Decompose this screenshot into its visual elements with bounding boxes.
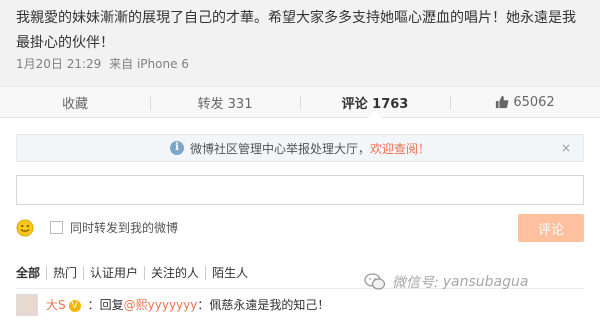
- watermark-handle: yansubagua: [442, 274, 529, 290]
- repost-checkbox-label: 同时转发到我的微博: [70, 221, 179, 235]
- comment-body: ：佩慈永遠是我的知己！: [197, 298, 330, 312]
- repost-checkbox[interactable]: [50, 221, 63, 234]
- verified-badge-icon: V: [68, 300, 81, 312]
- watermark-label: 微信号:: [392, 275, 439, 291]
- active-tab-caret: [368, 111, 382, 118]
- post-meta: 1月20日 21:29 来自 iPhone 6: [16, 55, 189, 72]
- post-source: 来自 iPhone 6: [109, 57, 189, 71]
- comment-input[interactable]: [16, 175, 584, 205]
- comment-tab[interactable]: 评论 1763: [300, 87, 450, 118]
- action-bar: 收藏 转发 331 评论 1763 65062: [0, 86, 600, 118]
- comment-filters: 全部 热门 认证用户 关注的人 陌生人: [16, 266, 254, 280]
- avatar[interactable]: [16, 294, 38, 316]
- composer-toolbar: 同时转发到我的微博 评论: [16, 214, 584, 244]
- notice-text: 微博社区管理中心举报处理大厅，: [189, 141, 370, 156]
- filter-hot[interactable]: 热门: [46, 266, 83, 280]
- wechat-icon: [364, 273, 386, 290]
- comment-mention[interactable]: @熙yyyyyyy: [124, 298, 198, 312]
- thumbs-up-icon: [496, 95, 509, 109]
- info-icon: i: [169, 141, 184, 155]
- watermark: 微信号: yansubagua: [364, 272, 528, 292]
- favorite-button[interactable]: 收藏: [0, 87, 150, 117]
- post-text: 我親愛的妹妹漸漸的展現了自己的才華。希望大家多多支持她嘔心瀝血的唱片！她永遠是我…: [16, 10, 576, 51]
- notice-link[interactable]: 欢迎查阅！: [370, 140, 430, 157]
- close-icon[interactable]: ×: [561, 141, 571, 155]
- comment-username[interactable]: 大S: [46, 298, 66, 312]
- filter-verified[interactable]: 认证用户: [83, 266, 144, 280]
- comment-tab-label: 评论 1763: [341, 96, 409, 112]
- filter-all[interactable]: 全部: [16, 266, 46, 280]
- filter-following[interactable]: 关注的人: [144, 266, 205, 280]
- repost-button[interactable]: 转发 331: [150, 87, 300, 117]
- repost-label: 转发 331: [197, 96, 253, 112]
- like-count: 65062: [513, 94, 555, 110]
- submit-comment-button[interactable]: 评论: [518, 214, 584, 242]
- post-time[interactable]: 1月20日 21:29: [16, 57, 101, 71]
- filter-strangers[interactable]: 陌生人: [205, 266, 254, 280]
- comment-reply-prefix: ：回复: [87, 298, 124, 312]
- like-button[interactable]: 65062: [450, 87, 600, 117]
- report-notice: i 微博社区管理中心举报处理大厅， 欢迎查阅！ ×: [16, 134, 584, 162]
- smiley-icon[interactable]: [16, 219, 34, 237]
- comment-item: 大S V ：回复@熙yyyyyyy：佩慈永遠是我的知己！: [16, 294, 584, 320]
- comment-line: 大S V ：回复@熙yyyyyyy：佩慈永遠是我的知己！: [46, 296, 329, 313]
- favorite-label: 收藏: [61, 96, 88, 112]
